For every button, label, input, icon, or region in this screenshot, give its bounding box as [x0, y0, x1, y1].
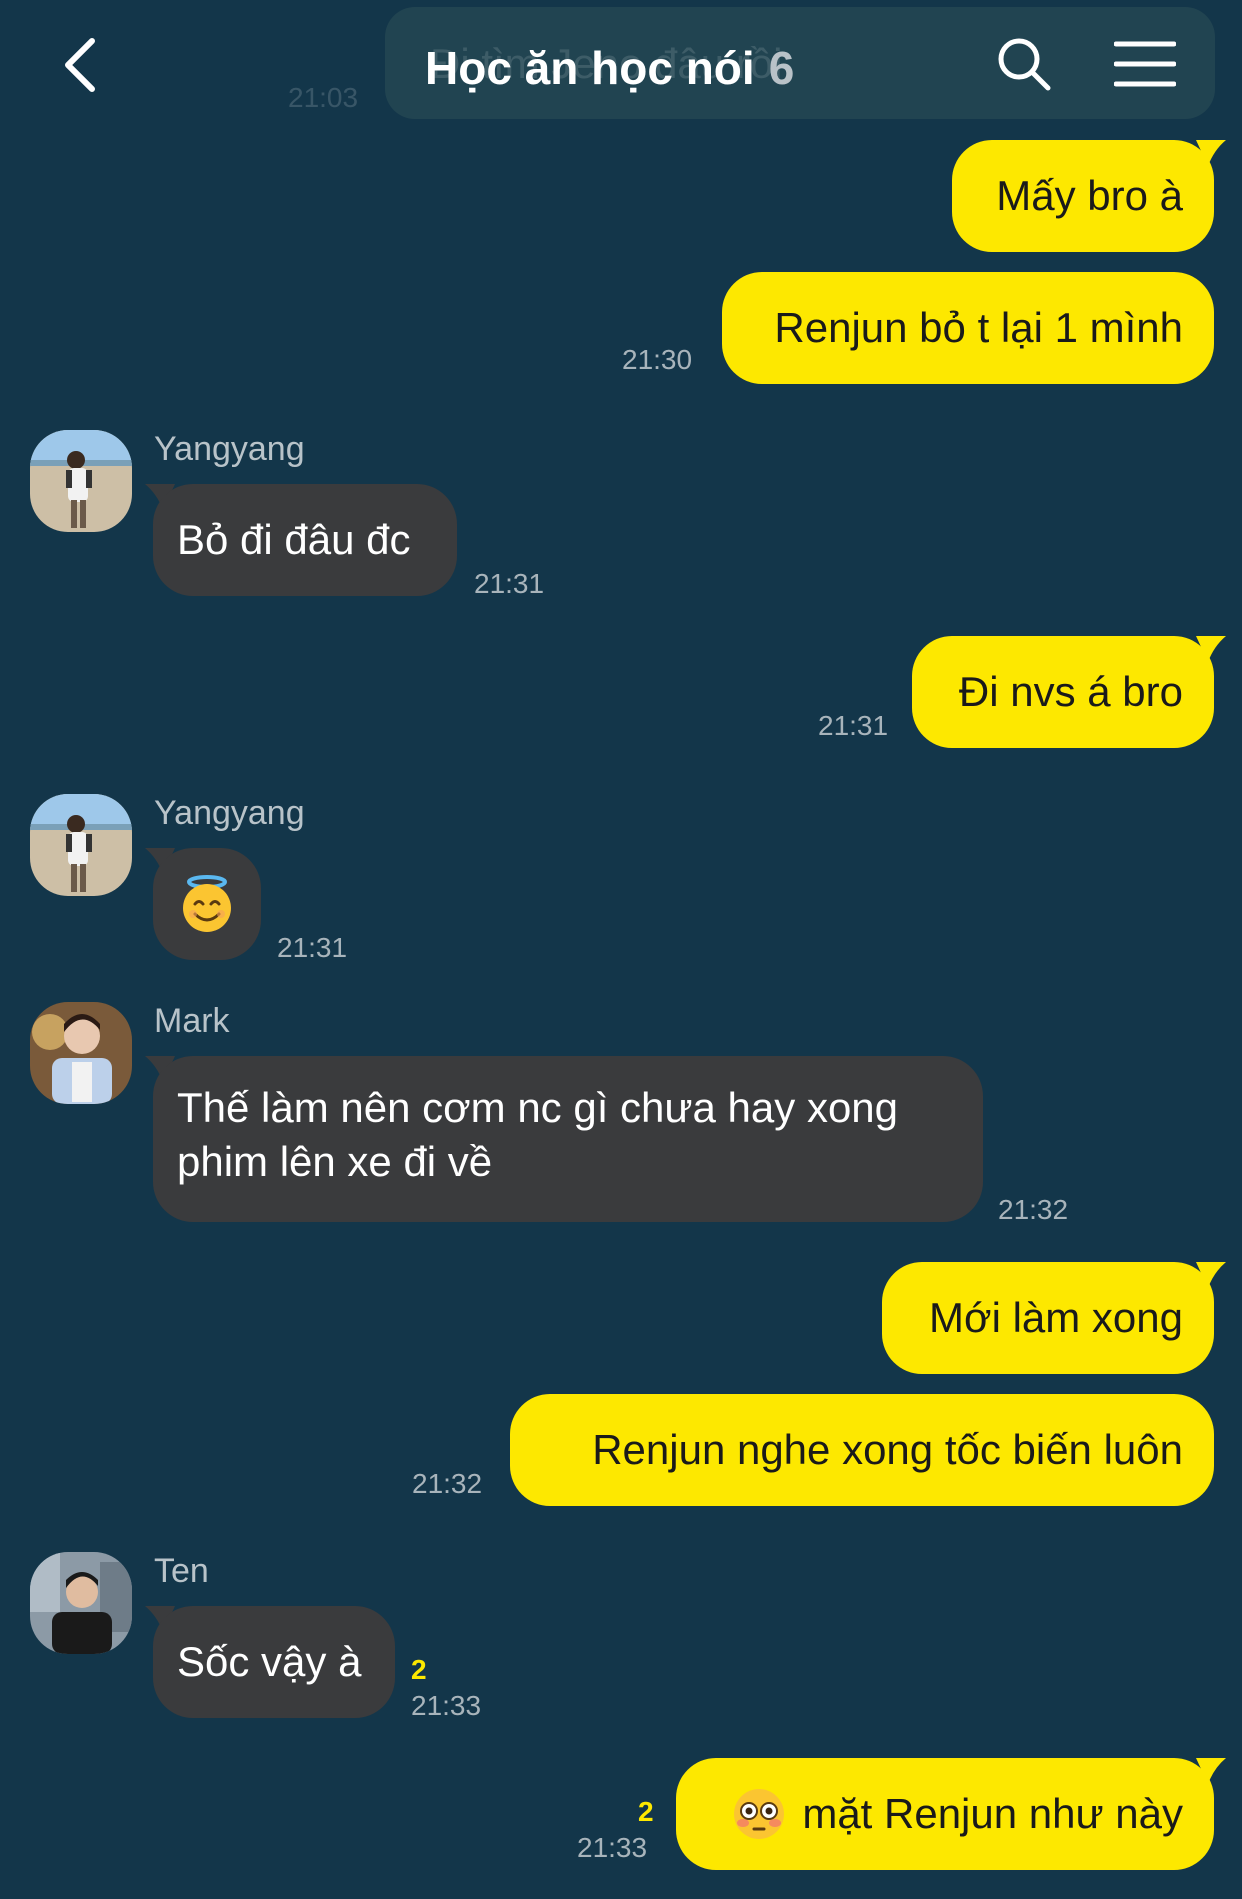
message-bubble-sent[interactable]: Renjun nghe xong tốc biến luôn [510, 1394, 1214, 1506]
message-time: 21:32 [998, 1194, 1069, 1225]
message-bubble-sent[interactable]: Đi nvs á bro [912, 636, 1214, 748]
sender-name: Ten [154, 1552, 209, 1590]
message-text-line-1: Thế làm nên cơm nc gì chưa hay xong [177, 1084, 899, 1131]
sender-name: Yangyang [154, 430, 305, 468]
member-count: 6 [768, 42, 795, 94]
message-time: 21:33 [577, 1832, 648, 1863]
bubble-tail [1196, 140, 1226, 166]
message-bubble-sent[interactable]: mặt Renjun như này [676, 1758, 1214, 1870]
message-text: Mấy bro à [996, 172, 1183, 219]
message-time: 21:33 [411, 1690, 482, 1721]
message-bubble-received[interactable]: Bỏ đi đâu đc [153, 484, 457, 596]
message-bubble-received[interactable] [153, 848, 261, 960]
message-text: Sốc vậy à [177, 1638, 362, 1685]
message-bubble-received[interactable]: Thế làm nên cơm nc gì chưa hay xong phim… [153, 1056, 983, 1222]
search-button[interactable] [996, 36, 1052, 92]
sender-name: Yangyang [154, 794, 305, 832]
message-time: 21:31 [277, 932, 348, 963]
message-text: mặt Renjun như này [802, 1790, 1183, 1837]
background-message-time: 21:03 [288, 82, 359, 113]
message-time: 21:31 [474, 568, 545, 599]
avatar-yangyang[interactable] [30, 794, 132, 896]
message-text: Mới làm xong [929, 1294, 1183, 1341]
smiling-face-with-halo-emoji-icon [183, 875, 231, 932]
bubble-tail [1196, 1262, 1226, 1288]
bubble-tail [1196, 1758, 1226, 1784]
back-button[interactable] [55, 35, 105, 95]
avatar-ten[interactable] [30, 1552, 132, 1654]
unread-count: 2 [411, 1654, 427, 1685]
message-text: Renjun nghe xong tốc biến luôn [592, 1426, 1183, 1473]
message-time: 21:31 [818, 710, 889, 741]
message-time: 21:30 [622, 344, 693, 375]
flushed-face-emoji-icon [734, 1789, 785, 1839]
bubble-tail [1196, 636, 1226, 662]
menu-button[interactable] [1113, 40, 1177, 88]
message-bubble-received[interactable]: Sốc vậy à [153, 1606, 395, 1718]
message-text-line-2: phim lên xe đi về [177, 1138, 493, 1185]
avatar-yangyang[interactable] [30, 430, 132, 532]
search-icon [998, 38, 1051, 91]
message-text: Đi nvs á bro [958, 668, 1183, 715]
message-text: Renjun bỏ t lại 1 mình [774, 304, 1183, 351]
chevron-left-icon [65, 38, 95, 92]
sender-name: Mark [154, 1002, 230, 1040]
message-bubble-sent[interactable]: Mới làm xong [882, 1262, 1214, 1374]
chat-title-text: Học ăn học nói [425, 42, 755, 94]
chat-title[interactable]: Học ăn học nói 6 [425, 38, 794, 98]
message-time: 21:32 [412, 1468, 483, 1499]
avatar-mark[interactable] [30, 1002, 132, 1104]
message-text: Bỏ đi đâu đc [177, 516, 411, 563]
message-bubble-sent[interactable]: Renjun bỏ t lại 1 mình [722, 272, 1214, 384]
hamburger-menu-icon [1113, 41, 1177, 87]
message-bubble-sent[interactable]: Mấy bro à [952, 140, 1214, 252]
chat-screen: Đi tìm Jeno đâu rồi 21:03 Học ăn học nói… [0, 0, 1242, 1899]
unread-count: 2 [638, 1796, 654, 1827]
